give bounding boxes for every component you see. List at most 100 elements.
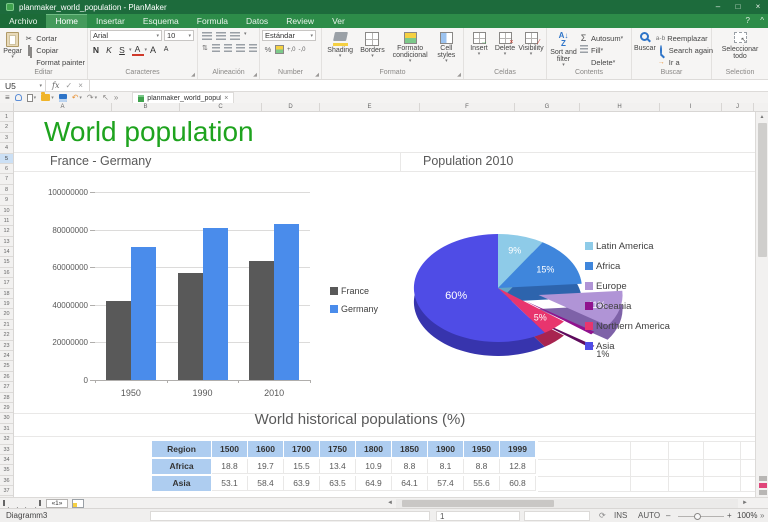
insert-cells-button[interactable]: → Insert ▾ bbox=[466, 30, 492, 68]
insert-function-button[interactable]: fx bbox=[52, 81, 59, 90]
search-again-button[interactable]: Search again bbox=[656, 44, 713, 56]
row-header-1[interactable]: 1 bbox=[0, 112, 13, 122]
conditional-format-button[interactable]: Formato condicional ▾ bbox=[389, 30, 432, 68]
open-file-button[interactable]: ▾ bbox=[41, 94, 54, 101]
scroll-right-icon[interactable]: ► bbox=[742, 500, 748, 507]
legend-item-france[interactable]: France bbox=[330, 282, 378, 300]
sheet-canvas[interactable]: World population France - Germany Popula… bbox=[14, 112, 755, 497]
refresh-icon[interactable]: ⟳ bbox=[599, 509, 606, 522]
close-tab-icon[interactable]: × bbox=[224, 95, 228, 102]
align-center-icon[interactable] bbox=[224, 44, 232, 52]
delete-cells-button[interactable]: × Delete ▾ bbox=[492, 30, 518, 68]
row-header-28[interactable]: 28 bbox=[0, 393, 13, 403]
close-button[interactable]: × bbox=[748, 0, 768, 14]
zoom-in-button[interactable]: + bbox=[727, 509, 732, 522]
bar-germany-2010[interactable] bbox=[274, 224, 299, 380]
replace-button[interactable]: a-bReemplazar bbox=[656, 32, 713, 44]
row-header-32[interactable]: 32 bbox=[0, 434, 13, 444]
row-header-5[interactable]: 5 bbox=[0, 154, 13, 164]
row-header-27[interactable]: 27 bbox=[0, 382, 13, 392]
row-header-24[interactable]: 24 bbox=[0, 351, 13, 361]
row-header-26[interactable]: 26 bbox=[0, 372, 13, 382]
last-sheet-button[interactable] bbox=[35, 500, 44, 507]
row-header-31[interactable]: 31 bbox=[0, 424, 13, 434]
scroll-left-icon[interactable]: ◄ bbox=[387, 500, 393, 507]
help-button[interactable]: ? bbox=[746, 16, 750, 25]
menu-item-datos[interactable]: Datos bbox=[237, 14, 277, 28]
bar-chart[interactable]: FranceGermany 02000000040000000600000008… bbox=[42, 186, 398, 414]
add-decimal-icon[interactable]: +,0 bbox=[287, 47, 296, 53]
legend-item-oceania[interactable]: Oceania bbox=[585, 296, 670, 316]
menu-item-home[interactable]: Home bbox=[46, 14, 87, 28]
select-all-corner[interactable] bbox=[0, 103, 14, 111]
cut-button[interactable]: ✂Cortar bbox=[23, 32, 85, 44]
align-middle-icon[interactable] bbox=[216, 32, 226, 40]
document-tab[interactable]: planmaker_world_populat... × bbox=[132, 92, 234, 103]
zoom-level[interactable]: 100% bbox=[737, 509, 757, 522]
row-header-9[interactable]: 9 bbox=[0, 195, 13, 205]
vertical-scrollbar[interactable]: ▲ bbox=[755, 112, 768, 497]
freeze-panes-icon[interactable] bbox=[759, 483, 767, 488]
shrink-font-button[interactable]: A bbox=[160, 46, 172, 53]
row-header-15[interactable]: 15 bbox=[0, 257, 13, 267]
sort-filter-button[interactable]: A↓Z Sort and filter ▾ bbox=[549, 30, 578, 68]
pie-chart[interactable]: 9%15%11%1%5%60% Latin AmericaAfricaEurop… bbox=[400, 212, 755, 412]
maximize-button[interactable]: □ bbox=[728, 0, 748, 14]
row-header-34[interactable]: 34 bbox=[0, 455, 13, 465]
legend-item-europe[interactable]: Europe bbox=[585, 276, 670, 296]
redo-button[interactable]: ↷▾ bbox=[87, 93, 97, 102]
bar-france-1990[interactable] bbox=[178, 273, 203, 380]
insert-mode-indicator[interactable]: INS bbox=[614, 509, 627, 522]
save-button[interactable] bbox=[59, 94, 67, 102]
grow-font-button[interactable]: A bbox=[147, 45, 159, 55]
column-header-A[interactable]: A bbox=[14, 103, 112, 111]
next-sheet-button[interactable] bbox=[25, 500, 34, 507]
row-header-10[interactable]: 10 bbox=[0, 206, 13, 216]
minimize-button[interactable]: – bbox=[708, 0, 728, 14]
bold-button[interactable]: N bbox=[90, 45, 102, 55]
row-header-23[interactable]: 23 bbox=[0, 341, 13, 351]
row-header-16[interactable]: 16 bbox=[0, 268, 13, 278]
percent-format-button[interactable]: % bbox=[262, 45, 274, 54]
population-table[interactable]: Region1500160017001750180018501900195019… bbox=[152, 441, 536, 493]
formula-input[interactable] bbox=[90, 80, 768, 91]
legend-item-latin-america[interactable]: Latin America bbox=[585, 236, 670, 256]
align-justify-icon[interactable] bbox=[249, 44, 257, 52]
row-header-36[interactable]: 36 bbox=[0, 476, 13, 486]
align-bottom-icon[interactable] bbox=[230, 32, 240, 40]
column-header-C[interactable]: C bbox=[180, 103, 262, 111]
font-size-combo[interactable]: 10▾ bbox=[164, 30, 194, 41]
dialog-launcher-icon[interactable]: ◢ bbox=[457, 72, 461, 78]
row-header-13[interactable]: 13 bbox=[0, 237, 13, 247]
column-header-G[interactable]: G bbox=[515, 103, 580, 111]
vertical-scroll-thumb[interactable] bbox=[758, 123, 767, 257]
menu-item-esquema[interactable]: Esquema bbox=[134, 14, 188, 28]
menu-item-archivo[interactable]: Archivo bbox=[0, 14, 46, 28]
row-header-33[interactable]: 33 bbox=[0, 445, 13, 455]
number-format-combo[interactable]: Estándar▾ bbox=[262, 30, 316, 41]
dialog-launcher-icon[interactable]: ◢ bbox=[191, 72, 195, 78]
row-header-8[interactable]: 8 bbox=[0, 185, 13, 195]
legend-item-africa[interactable]: Africa bbox=[585, 256, 670, 276]
undo-button[interactable]: ↶▾ bbox=[72, 93, 82, 102]
column-header-D[interactable]: D bbox=[262, 103, 320, 111]
row-header-30[interactable]: 30 bbox=[0, 413, 13, 423]
menu-item-formula[interactable]: Formula bbox=[188, 14, 237, 28]
row-header-6[interactable]: 6 bbox=[0, 164, 13, 174]
cell-reference-box[interactable]: U5 ▾ bbox=[0, 80, 46, 91]
italic-button[interactable]: K bbox=[103, 45, 115, 55]
row-header-20[interactable]: 20 bbox=[0, 309, 13, 319]
row-header-19[interactable]: 19 bbox=[0, 299, 13, 309]
row-header-12[interactable]: 12 bbox=[0, 226, 13, 236]
touch-mode-button[interactable] bbox=[15, 94, 22, 101]
pointer-mode-button[interactable]: ↖ bbox=[102, 93, 109, 102]
dialog-launcher-icon[interactable]: ◢ bbox=[315, 72, 319, 78]
horizontal-scrollbar[interactable] bbox=[396, 499, 738, 508]
currency-format-icon[interactable] bbox=[275, 45, 284, 54]
format-painter-button[interactable]: Format painter bbox=[23, 56, 85, 68]
confirm-entry-button[interactable]: ✓ bbox=[65, 81, 72, 90]
legend-item-germany[interactable]: Germany bbox=[330, 300, 378, 318]
hamburger-menu-icon[interactable]: ≡ bbox=[5, 93, 10, 102]
menu-item-insertar[interactable]: Insertar bbox=[87, 14, 134, 28]
zoom-slider-knob[interactable] bbox=[694, 513, 701, 520]
